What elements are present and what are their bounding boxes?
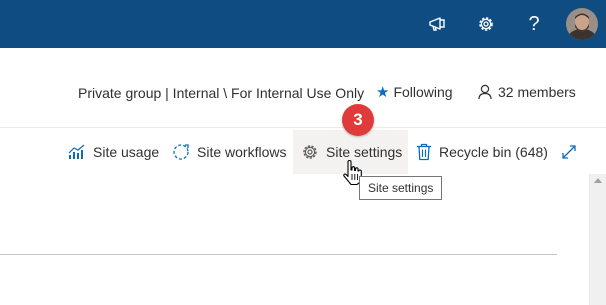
- site-settings-label: Site settings: [326, 144, 403, 160]
- command-bar: Site usage Site workflows Site settings …: [0, 130, 606, 174]
- suite-bar: ?: [0, 0, 606, 48]
- step-number-badge: 3: [342, 104, 374, 136]
- user-avatar[interactable]: [566, 8, 598, 40]
- members-label: 32 members: [498, 84, 576, 100]
- chart-trend-icon: [68, 144, 85, 159]
- site-workflows-label: Site workflows: [197, 144, 287, 160]
- gear-icon: [303, 145, 317, 159]
- members-button[interactable]: 32 members: [478, 84, 576, 100]
- site-usage-label: Site usage: [93, 144, 160, 160]
- settings-gear-icon[interactable]: [472, 10, 500, 38]
- group-privacy-info: Private group | Internal \ For Internal …: [78, 85, 365, 101]
- help-icon[interactable]: ?: [520, 10, 548, 38]
- site-workflows-button[interactable]: Site workflows: [172, 130, 286, 174]
- header-divider: [0, 127, 606, 128]
- following-button[interactable]: ★ Following: [376, 84, 453, 100]
- expand-button[interactable]: [558, 130, 580, 174]
- recycle-bin-button[interactable]: Recycle bin (648): [416, 130, 548, 174]
- scroll-up-arrow-icon[interactable]: [594, 178, 602, 183]
- vertical-scrollbar[interactable]: [589, 174, 606, 305]
- site-usage-button[interactable]: Site usage: [68, 130, 159, 174]
- star-filled-icon: ★: [376, 83, 390, 101]
- trash-icon: [417, 143, 431, 161]
- following-label: Following: [393, 84, 453, 100]
- person-icon: [478, 84, 492, 100]
- workflow-cycle-icon: [173, 144, 189, 160]
- help-glyph: ?: [528, 13, 540, 35]
- content-divider: [0, 254, 557, 255]
- megaphone-icon[interactable]: [424, 10, 452, 38]
- expand-icon: [562, 145, 576, 159]
- recycle-bin-label: Recycle bin (648): [439, 144, 548, 160]
- site-settings-tooltip: Site settings: [359, 176, 443, 200]
